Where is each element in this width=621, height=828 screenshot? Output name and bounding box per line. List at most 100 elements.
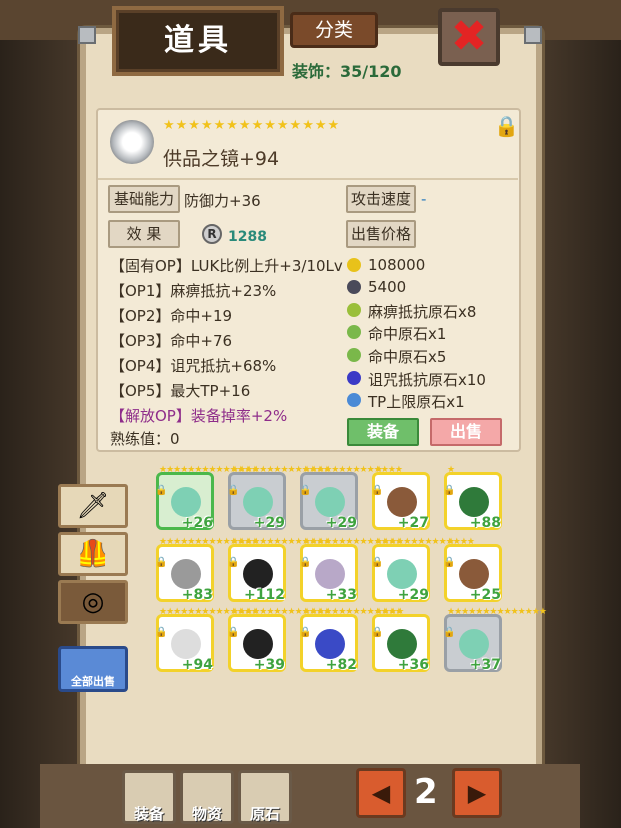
item-level: +94 [181, 657, 213, 673]
lock-icon: 🔒 [443, 627, 456, 638]
effect-button[interactable]: 效 果 [108, 220, 180, 248]
lock-icon[interactable]: 🔒 [494, 114, 519, 138]
materials-nav-button[interactable]: 物资 [180, 770, 234, 824]
inventory-item[interactable]: ★★★★★★★★★★★★★★ 🔒 +39 [227, 607, 331, 673]
tp-stone-icon [347, 393, 361, 407]
accessory-icon [243, 487, 273, 517]
sell-all-button[interactable]: 全部出售 [58, 646, 128, 692]
tab-weapon[interactable]: 🗡 [58, 484, 128, 528]
accessory-icon [387, 629, 417, 659]
lock-icon: 🔒 [227, 557, 240, 568]
item-level: +112 [244, 587, 285, 603]
item-level: +29 [253, 515, 285, 531]
lock-icon: 🔒 [227, 627, 240, 638]
price-accuracy-stone-1: 命中原石x1 [368, 325, 447, 343]
inventory-item[interactable]: ★★★★★★★★★★★★★★ 🔒 +37 [443, 607, 547, 673]
lock-icon: 🔒 [371, 627, 384, 638]
panel-corner [78, 26, 96, 44]
background-left [0, 0, 90, 828]
inventory-item[interactable]: ★ 🔒 +27 [371, 465, 430, 531]
background-right [531, 0, 621, 828]
inventory-item[interactable]: ★ 🔒 +88 [443, 465, 502, 531]
gold-coin-icon [347, 258, 361, 272]
price-accuracy-stone-5: 命中原石x5 [368, 348, 447, 366]
tab-armor[interactable]: 🦺 [58, 532, 128, 576]
sell-button[interactable]: 出售 [430, 418, 502, 446]
inventory-item[interactable]: ★★★★ 🔒 +36 [371, 607, 430, 673]
sort-button[interactable]: 分类 [290, 12, 378, 48]
inventory-item[interactable]: ★★★★★★★★★★★★★★ 🔒 +29 [299, 465, 403, 531]
item-stars: ★ [447, 537, 455, 547]
equip-button[interactable]: 装备 [347, 418, 419, 446]
item-level: +29 [325, 515, 357, 531]
accessory-icon [315, 629, 345, 659]
accessory-icon [459, 487, 489, 517]
item-level: +26 [181, 515, 213, 531]
next-page-button[interactable]: ▶ [452, 768, 502, 818]
price-tp-stone: TP上限原石x1 [368, 393, 465, 411]
sword-icon: 🗡 [76, 491, 110, 521]
inventory-item[interactable]: ★★★★★★★★★★★★★★ 🔒 +29 [227, 465, 331, 531]
accessory-icon [387, 487, 417, 517]
lock-icon: 🔒 [299, 627, 312, 638]
accessory-icon [315, 559, 345, 589]
ore-nav-button[interactable]: 原石 [238, 770, 292, 824]
item-level: +36 [397, 657, 429, 673]
accuracy-stone-icon [347, 325, 361, 339]
accuracy-stone-icon [347, 348, 361, 362]
inventory-item[interactable]: ★★★★★★★★★★★★★★ 🔒 +83 [155, 537, 259, 603]
accessory-icon [459, 559, 489, 589]
inventory-item[interactable]: ★★★★★★★★★★★★★★ 🔒 +26 [155, 465, 259, 531]
item-level: +82 [325, 657, 357, 673]
item-level: +37 [469, 657, 501, 673]
lock-icon: 🔒 [155, 485, 168, 496]
op-line-2: 【OP2】命中+19 [110, 307, 233, 325]
proficiency: 熟练值：0 [110, 430, 180, 448]
inventory-item[interactable]: ★★★★★★★★★★★★★★ 🔒 +82 [299, 607, 403, 673]
prev-page-button[interactable]: ◀ [356, 768, 406, 818]
item-level: +27 [397, 515, 429, 531]
item-level: +88 [469, 515, 501, 531]
item-level: +39 [253, 657, 285, 673]
price-gold: 108000 [368, 256, 426, 274]
item-stars: ★★★★★★★★★★★★★★ [163, 118, 341, 133]
item-stars: ★ [447, 465, 455, 475]
paralysis-stone-icon [347, 303, 361, 317]
accessory-icon [171, 559, 201, 589]
accessory-icon: ◎ [81, 587, 105, 617]
inventory-item[interactable]: ★★★★★★★★★★★★★★ 🔒 +33 [299, 537, 403, 603]
lock-icon: 🔒 [155, 557, 168, 568]
decoration-count: 装饰：35/120 [292, 62, 402, 81]
op-line-3: 【OP3】命中+76 [110, 332, 233, 350]
equip-nav-button[interactable]: 装备 [122, 770, 176, 824]
lock-icon: 🔒 [299, 557, 312, 568]
accessory-icon [387, 559, 417, 589]
op-line-5: 【OP5】最大TP+16 [110, 382, 251, 400]
op-line-fixed: 【固有OP】LUK比例上升+3/10Lv [110, 257, 343, 275]
lock-icon: 🔒 [155, 627, 168, 638]
lock-icon: 🔒 [227, 485, 240, 496]
basic-ability-value: 防御力+36 [184, 192, 261, 210]
accessory-icon [459, 629, 489, 659]
attack-speed-value: - [421, 190, 427, 208]
accessory-icon [243, 559, 273, 589]
panel-corner [524, 26, 542, 44]
inventory-item[interactable]: ★★★★★★★★★★★★★★ 🔒 +94 [155, 607, 259, 673]
close-button[interactable]: ✖ [438, 8, 500, 66]
divider [98, 178, 518, 180]
armor-icon: 🦺 [76, 539, 110, 569]
close-icon: ✖ [450, 11, 488, 62]
lock-icon: 🔒 [371, 485, 384, 496]
basic-ability-label: 基础能力 [108, 185, 180, 213]
inventory-item[interactable]: ★★★★★★★★★★★★★★ 🔒 +112 [227, 537, 331, 603]
page-title: 道具 [164, 23, 232, 58]
item-level: +83 [181, 587, 213, 603]
item-stars: ★ [375, 465, 383, 475]
item-level: +29 [397, 587, 429, 603]
inventory-item[interactable]: ★★★★★★★★★★★★★★ 🔒 +29 [371, 537, 475, 603]
tab-accessory[interactable]: ◎ [58, 580, 128, 624]
inventory-item[interactable]: ★ 🔒 +25 [443, 537, 502, 603]
item-level: +25 [469, 587, 501, 603]
item-name: 供品之镜+94 [163, 148, 280, 170]
page-number: 2 [414, 772, 438, 812]
